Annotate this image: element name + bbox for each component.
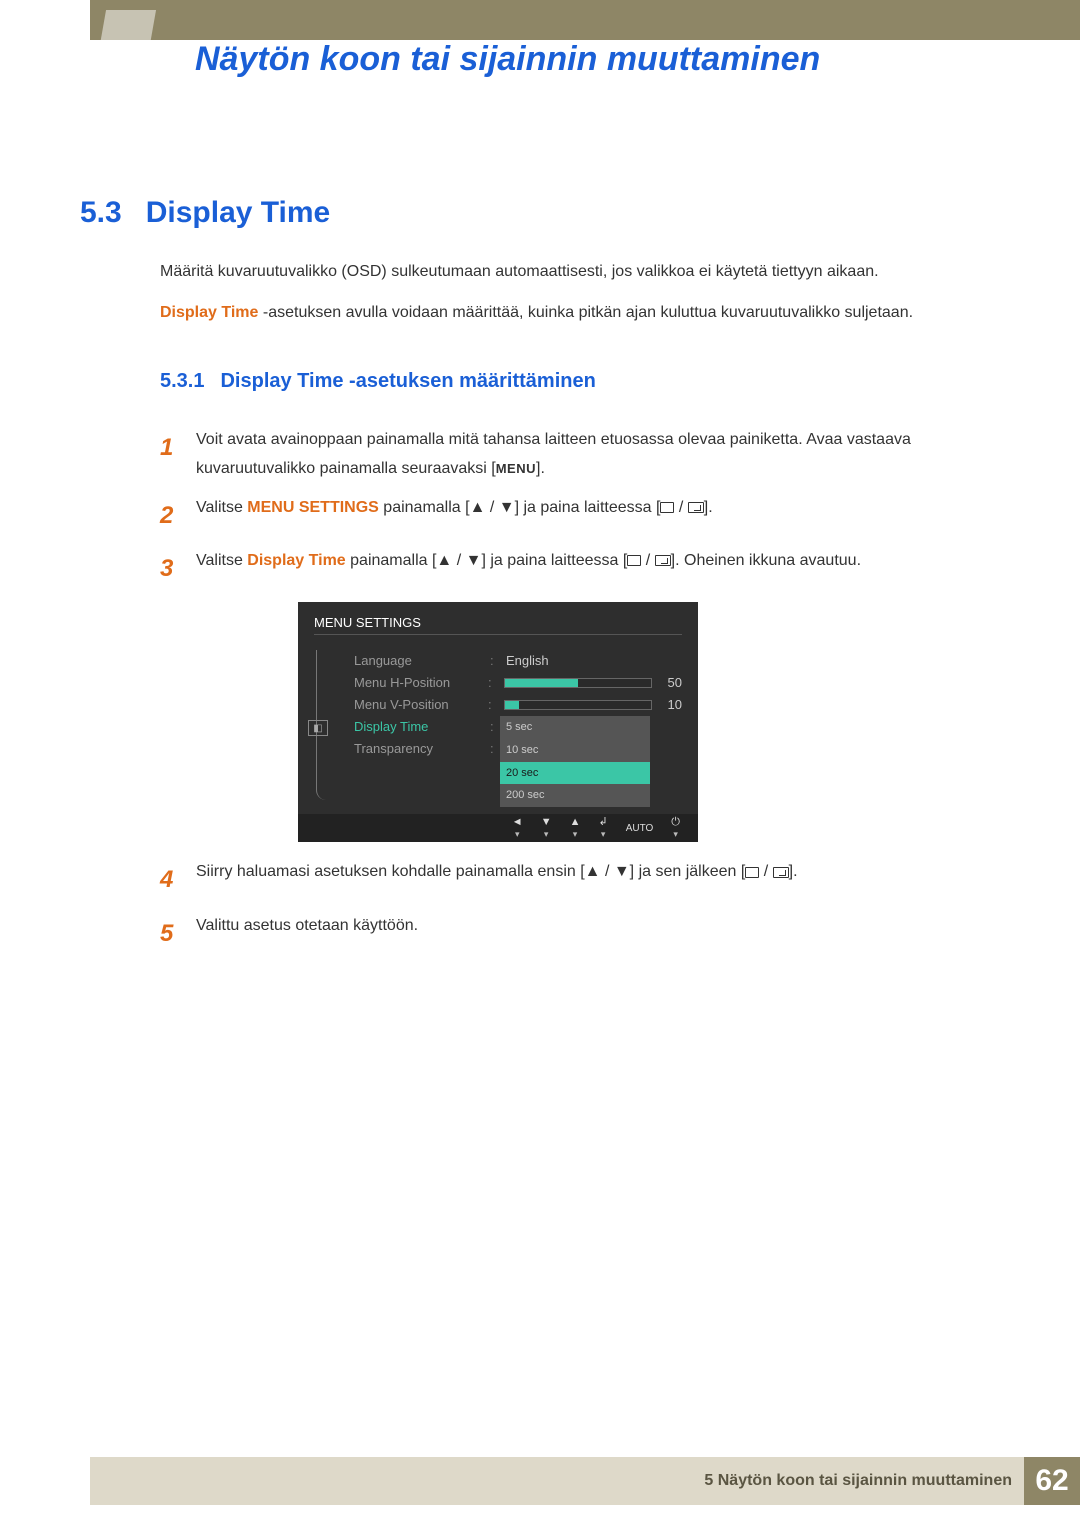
osd-option-selected: 20 sec bbox=[500, 762, 650, 785]
colon: : bbox=[490, 650, 500, 672]
step-3b: painamalla [ bbox=[346, 552, 437, 569]
step-number: 1 bbox=[160, 426, 178, 484]
step-number: 2 bbox=[160, 494, 178, 537]
step-3: 3 Valitse Display Time painamalla [▲ / ▼… bbox=[160, 547, 990, 590]
footer-bar: 5 Näytön koon tai sijainnin muuttaminen … bbox=[90, 1457, 1080, 1505]
chapter-title: Näytön koon tai sijainnin muuttaminen bbox=[195, 40, 820, 79]
step-4c: ]. bbox=[789, 863, 798, 880]
menu-settings-label: MENU SETTINGS bbox=[247, 499, 379, 516]
step-1a: Voit avata avainoppaan painamalla mitä t… bbox=[196, 431, 911, 477]
enter-icon bbox=[773, 867, 789, 878]
osd-divider bbox=[314, 634, 682, 635]
step-number: 5 bbox=[160, 912, 178, 955]
enter-icon bbox=[688, 502, 704, 513]
osd-label: Menu H-Position bbox=[354, 672, 482, 694]
step-5: 5 Valittu asetus otetaan käyttöön. bbox=[160, 912, 990, 955]
step-2c: ] ja paina laitteessa [ bbox=[515, 499, 661, 516]
step-1: 1 Voit avata avainoppaan painamalla mitä… bbox=[160, 426, 990, 484]
step-2: 2 Valitse MENU SETTINGS painamalla [▲ / … bbox=[160, 494, 990, 537]
steps-list: 1 Voit avata avainoppaan painamalla mitä… bbox=[160, 426, 990, 590]
section-heading: 5.3 Display Time bbox=[80, 196, 330, 230]
osd-slider-fill bbox=[505, 701, 520, 709]
step-1b: ]. bbox=[536, 460, 545, 477]
osd-slider-fill bbox=[505, 679, 578, 687]
intro-paragraph-2: Display Time -asetuksen avulla voidaan m… bbox=[160, 299, 990, 326]
colon: : bbox=[488, 672, 498, 694]
intro-paragraph-1: Määritä kuvaruutuvalikko (OSD) sulkeutum… bbox=[160, 258, 990, 285]
osd-label: Transparency bbox=[354, 738, 484, 760]
step-text: Valittu asetus otetaan käyttöön. bbox=[196, 912, 990, 955]
term-display-time: Display Time bbox=[160, 304, 258, 321]
colon: : bbox=[488, 694, 498, 716]
osd-bottom-bar: ◄▾ ▼▾ ▲▾ ↲▾ AUTO ⏻▾ bbox=[298, 814, 698, 842]
intro-p2-rest: -asetuksen avulla voidaan määrittää, kui… bbox=[258, 304, 913, 321]
menu-label: MENU bbox=[496, 461, 536, 476]
osd-row-v-position: Menu V-Position : 10 bbox=[354, 694, 682, 716]
up-down-icon: ▲ / ▼ bbox=[470, 499, 515, 516]
osd-value: 50 bbox=[668, 672, 682, 694]
step-4: 4 Siirry haluamasi asetuksen kohdalle pa… bbox=[160, 858, 990, 901]
step-4b: ] ja sen jälkeen [ bbox=[630, 863, 746, 880]
osd-title: MENU SETTINGS bbox=[314, 612, 421, 634]
subsection-heading: 5.3.1 Display Time -asetuksen määrittämi… bbox=[160, 364, 990, 398]
up-down-icon: ▲ / ▼ bbox=[585, 863, 630, 880]
step-2b: painamalla [ bbox=[379, 499, 470, 516]
steps-list-cont: 4 Siirry haluamasi asetuksen kohdalle pa… bbox=[160, 858, 990, 954]
osd-row-h-position: Menu H-Position : 50 bbox=[354, 672, 682, 694]
source-icon bbox=[627, 555, 641, 566]
step-2d: ]. bbox=[704, 499, 713, 516]
power-icon: ⏻▾ bbox=[671, 817, 680, 839]
display-time-label: Display Time bbox=[247, 552, 345, 569]
osd-option: 200 sec bbox=[500, 784, 650, 807]
colon: : bbox=[490, 716, 500, 738]
footer-text: 5 Näytön koon tai sijainnin muuttaminen bbox=[704, 1472, 1024, 1490]
osd-screenshot: MENU SETTINGS ◧ Language : English Menu … bbox=[298, 602, 698, 842]
subsection-title: Display Time -asetuksen määrittäminen bbox=[220, 364, 595, 398]
nav-back-icon: ◄▾ bbox=[512, 817, 523, 839]
step-text: Valitse MENU SETTINGS painamalla [▲ / ▼]… bbox=[196, 494, 990, 537]
osd-value: 10 bbox=[668, 694, 682, 716]
step-number: 4 bbox=[160, 858, 178, 901]
auto-label: AUTO bbox=[626, 820, 654, 837]
source-icon bbox=[745, 867, 759, 878]
osd-option: 10 sec bbox=[500, 739, 650, 762]
osd-slider bbox=[504, 700, 652, 710]
osd-label: Language bbox=[354, 650, 484, 672]
step-3a: Valitse bbox=[196, 552, 247, 569]
osd-value: English bbox=[506, 650, 656, 672]
step-text: Siirry haluamasi asetuksen kohdalle pain… bbox=[196, 858, 990, 901]
step-2a: Valitse bbox=[196, 499, 247, 516]
step-3d: ]. Oheinen ikkuna avautuu. bbox=[671, 552, 861, 569]
osd-option: 5 sec bbox=[500, 716, 650, 739]
osd-label: Menu V-Position bbox=[354, 694, 482, 716]
section-number: 5.3 bbox=[80, 196, 122, 230]
nav-up-icon: ▲▾ bbox=[570, 817, 581, 839]
osd-slider bbox=[504, 678, 652, 688]
section-title: Display Time bbox=[146, 196, 331, 230]
nav-down-icon: ▼▾ bbox=[541, 817, 552, 839]
source-icon bbox=[660, 502, 674, 513]
up-down-icon: ▲ / ▼ bbox=[436, 552, 481, 569]
osd-dropdown: 5 sec 10 sec 20 sec 200 sec bbox=[500, 716, 650, 807]
step-number: 3 bbox=[160, 547, 178, 590]
subsection-number: 5.3.1 bbox=[160, 364, 204, 398]
step-text: Valitse Display Time painamalla [▲ / ▼] … bbox=[196, 547, 990, 590]
body-content: Määritä kuvaruutuvalikko (OSD) sulkeutum… bbox=[160, 258, 990, 965]
osd-category-icon: ◧ bbox=[308, 720, 328, 736]
step-3c: ] ja paina laitteessa [ bbox=[481, 552, 627, 569]
chapter-tab-decoration bbox=[98, 10, 156, 56]
header-bar bbox=[90, 0, 1080, 40]
page-number: 62 bbox=[1024, 1457, 1080, 1505]
osd-row-language: Language : English bbox=[354, 650, 682, 672]
step-4a: Siirry haluamasi asetuksen kohdalle pain… bbox=[196, 863, 585, 880]
colon: : bbox=[490, 738, 500, 760]
step-text: Voit avata avainoppaan painamalla mitä t… bbox=[196, 426, 990, 484]
enter-icon bbox=[655, 555, 671, 566]
nav-enter-icon: ↲▾ bbox=[598, 817, 607, 839]
osd-label-selected: Display Time bbox=[354, 716, 484, 738]
